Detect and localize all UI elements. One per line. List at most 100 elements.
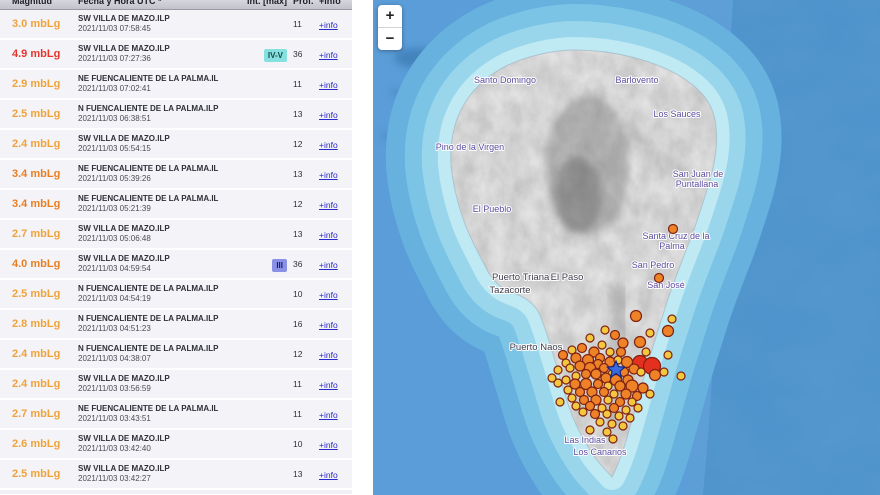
quake-marker[interactable] [600, 372, 612, 384]
quake-marker[interactable] [676, 371, 686, 381]
quake-marker[interactable] [663, 350, 673, 360]
quake-marker[interactable] [598, 386, 610, 398]
event-datetime: 2021/11/03 04:51:23 [78, 324, 151, 333]
depth-value: 12 [293, 349, 303, 359]
quake-marker[interactable] [578, 407, 588, 417]
quake-marker[interactable] [633, 335, 647, 349]
info-link[interactable]: +info [319, 320, 338, 330]
magnitude-value: 3.0 mbLg [12, 18, 61, 30]
quake-marker[interactable] [648, 368, 662, 382]
depth-value: 12 [293, 199, 303, 209]
quake-marker[interactable] [615, 346, 627, 358]
quake-marker[interactable] [585, 333, 595, 343]
quake-marker[interactable] [600, 325, 610, 335]
quake-row: 2.7 mbLg NE FUENCALIENTE DE LA PALMA.IL … [0, 400, 352, 428]
quake-marker[interactable] [629, 309, 643, 323]
quake-marker[interactable] [667, 223, 679, 235]
quake-marker[interactable] [607, 419, 617, 429]
quake-marker[interactable] [645, 328, 655, 338]
quake-marker[interactable] [618, 421, 628, 431]
info-link[interactable]: +info [319, 290, 338, 300]
magnitude-value: 4.0 mbLg [12, 258, 61, 270]
magnitude-value: 2.7 mbLg [12, 408, 61, 420]
epicenter-location: NE FUENCALIENTE DE LA PALMA.IL [78, 164, 219, 173]
quake-marker[interactable] [565, 363, 575, 373]
quake-marker[interactable] [561, 375, 571, 385]
quake-marker[interactable] [625, 413, 635, 423]
quake-marker[interactable] [585, 425, 595, 435]
quake-marker[interactable] [574, 360, 586, 372]
quake-marker[interactable] [563, 385, 573, 395]
quake-marker[interactable] [608, 402, 620, 414]
info-link[interactable]: +info [319, 380, 338, 390]
map-canvas[interactable]: Santo Domingo Barlovento Los Sauces Pino de… [373, 0, 880, 495]
quake-row: 2.4 mbLg SW VILLA DE MAZO.ILP 2021/11/03… [0, 130, 352, 158]
quake-marker[interactable] [597, 340, 607, 350]
quake-marker[interactable] [661, 324, 675, 338]
event-datetime: 2021/11/03 05:21:39 [78, 204, 151, 213]
quake-marker[interactable] [555, 397, 565, 407]
quake-marker[interactable] [557, 349, 569, 361]
quake-marker[interactable] [589, 408, 601, 420]
map[interactable]: Santo Domingo Barlovento Los Sauces Pino de… [373, 0, 880, 495]
zoom-in-button[interactable]: + [378, 5, 402, 27]
epicenter-location: SW VILLA DE MAZO.ILP [78, 434, 170, 443]
event-datetime: 2021/11/03 07:02:41 [78, 84, 151, 93]
info-link[interactable]: +info [319, 350, 338, 360]
info-link[interactable]: +info [319, 260, 338, 270]
quake-marker[interactable] [659, 367, 669, 377]
quake-marker[interactable] [609, 329, 621, 341]
depth-value: 11 [293, 79, 302, 89]
quake-marker[interactable] [614, 411, 624, 421]
quake-marker[interactable] [620, 388, 632, 400]
quake-marker[interactable] [667, 314, 677, 324]
quake-marker[interactable] [547, 373, 557, 383]
depth-value: 13 [293, 109, 303, 119]
quake-table: Magnitud Fecha y Hora UTC * Int. [máx] P… [0, 0, 352, 495]
quake-marker[interactable] [605, 347, 615, 357]
info-link[interactable]: +info [319, 470, 338, 480]
info-link[interactable]: +info [319, 140, 338, 150]
zoom-out-button[interactable]: − [378, 27, 402, 50]
table-header: Magnitud Fecha y Hora UTC * Int. [máx] P… [0, 0, 352, 10]
info-link[interactable]: +info [319, 110, 338, 120]
quake-marker[interactable] [645, 389, 655, 399]
epicenter-location: N FUENCALIENTE DE LA PALMA.ILP [78, 284, 219, 293]
quake-marker[interactable] [571, 401, 581, 411]
quake-marker[interactable] [598, 362, 610, 374]
header-depth: Prof. [293, 0, 314, 6]
event-datetime: 2021/11/03 03:42:27 [78, 474, 151, 483]
quake-marker[interactable] [567, 393, 577, 403]
quake-marker[interactable] [576, 342, 588, 354]
quake-marker[interactable] [621, 405, 631, 415]
quake-marker[interactable] [608, 434, 618, 444]
quake-marker[interactable] [584, 400, 596, 412]
quake-marker[interactable] [633, 403, 643, 413]
quake-marker[interactable] [590, 368, 602, 380]
quake-marker[interactable] [653, 272, 665, 284]
magnitude-value: 2.6 mbLg [12, 438, 61, 450]
magnitude-value: 2.4 mbLg [12, 378, 61, 390]
info-link[interactable]: +info [319, 200, 338, 210]
info-link[interactable]: +info [319, 410, 338, 420]
info-link[interactable]: +info [319, 50, 338, 60]
quake-marker[interactable] [602, 409, 612, 419]
info-link[interactable]: +info [319, 20, 338, 30]
quake-marker[interactable] [636, 367, 646, 377]
epicenter-location: NE FUENCALIENTE DE LA PALMA.IL [78, 74, 219, 83]
info-link[interactable]: +info [319, 230, 338, 240]
quake-marker[interactable] [603, 395, 613, 405]
quake-marker[interactable] [553, 365, 563, 375]
quake-marker[interactable] [602, 427, 612, 437]
quake-marker[interactable] [641, 347, 651, 357]
quake-marker[interactable] [592, 378, 604, 390]
info-link[interactable]: +info [319, 440, 338, 450]
quake-marker[interactable] [595, 417, 605, 427]
info-link[interactable]: +info [319, 80, 338, 90]
info-link[interactable]: +info [319, 170, 338, 180]
header-info: +info [319, 0, 341, 6]
map-zoom-control: + − [378, 5, 402, 50]
quake-marker[interactable] [580, 368, 592, 380]
map-label: San Pedro [632, 260, 675, 270]
quake-marker[interactable] [617, 337, 629, 349]
